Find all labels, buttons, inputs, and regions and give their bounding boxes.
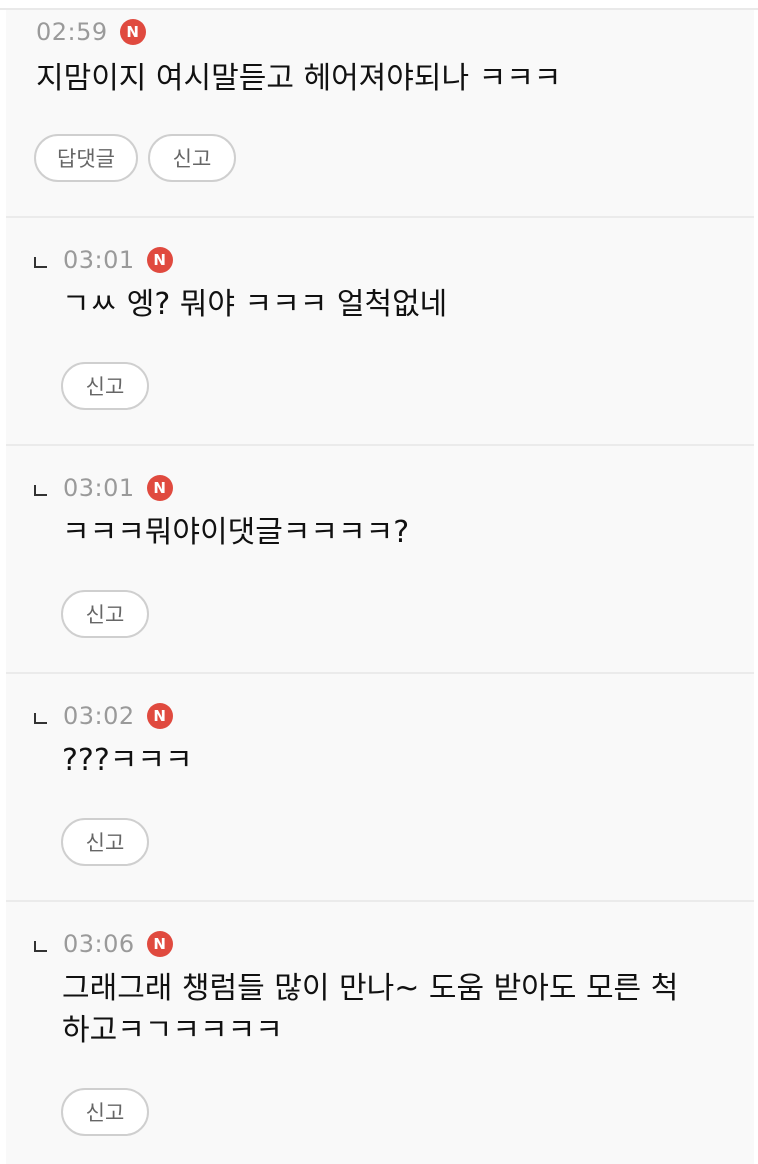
comment-time: 03:01 (63, 246, 135, 274)
comment-actions: 답댓글 신고 (34, 134, 236, 182)
reply-comment: 03:01 N ㅋㅋㅋ뭐야이댓글ㅋㅋㅋㅋ? 신고 (6, 446, 754, 674)
comment-text: ㄱㅆ 엥? 뭐야 ㅋㅋㅋ 얼척없네 (62, 287, 448, 322)
new-badge-icon: N (146, 475, 173, 501)
reply-arrow-icon (34, 712, 47, 724)
comment-text-line: 하고ㅋㄱㅋㅋㅋㅋ (62, 1013, 283, 1048)
comment: 02:59 N 지맘이지 여시말듣고 헤어져야되나 ㅋㅋㅋ 답댓글 신고 (6, 10, 754, 218)
comment-actions: 신고 (61, 818, 149, 866)
comment-text: 그래그래 챙럼들 많이 만나~ 도움 받아도 모른 척 하고ㅋㄱㅋㅋㅋㅋ (62, 968, 734, 1052)
report-button[interactable]: 신고 (61, 590, 149, 638)
comment-text-line: 그래그래 챙럼들 많이 만나~ 도움 받아도 모른 척 (62, 971, 679, 1006)
report-button[interactable]: 신고 (61, 1088, 149, 1136)
new-badge-icon: N (146, 931, 173, 957)
reply-comment: 03:06 N 그래그래 챙럼들 많이 만나~ 도움 받아도 모른 척 하고ㅋㄱ… (6, 902, 754, 1164)
reply-arrow-icon (34, 256, 47, 268)
comment-time: 03:06 (63, 930, 135, 958)
comment-meta: 02:59 N (36, 16, 146, 48)
comment-text: 지맘이지 여시말듣고 헤어져야되나 ㅋㅋㅋ (36, 61, 562, 96)
comment-actions: 신고 (61, 590, 149, 638)
new-badge-icon: N (146, 703, 173, 729)
comment-actions: 신고 (61, 1088, 149, 1136)
comment-meta: 03:06 N (34, 928, 173, 960)
comment-actions: 신고 (61, 362, 149, 410)
report-button[interactable]: 신고 (61, 818, 149, 866)
reply-comment: 03:02 N ???ㅋㅋㅋ 신고 (6, 674, 754, 902)
reply-comment: 03:01 N ㄱㅆ 엥? 뭐야 ㅋㅋㅋ 얼척없네 신고 (6, 218, 754, 446)
comment-meta: 03:01 N (34, 472, 173, 504)
report-button[interactable]: 신고 (148, 134, 236, 182)
comment-text: ㅋㅋㅋ뭐야이댓글ㅋㅋㅋㅋ? (62, 515, 410, 550)
report-button[interactable]: 신고 (61, 362, 149, 410)
comment-time: 03:01 (63, 474, 135, 502)
comment-time: 03:02 (63, 702, 135, 730)
new-badge-icon: N (119, 19, 146, 45)
reply-arrow-icon (34, 940, 47, 952)
new-badge-icon: N (146, 247, 173, 273)
reply-button[interactable]: 답댓글 (34, 134, 138, 182)
reply-arrow-icon (34, 484, 47, 496)
comment-time: 02:59 (36, 18, 108, 46)
comment-meta: 03:02 N (34, 700, 173, 732)
comment-meta: 03:01 N (34, 244, 173, 276)
comment-text: ???ㅋㅋㅋ (62, 743, 193, 778)
